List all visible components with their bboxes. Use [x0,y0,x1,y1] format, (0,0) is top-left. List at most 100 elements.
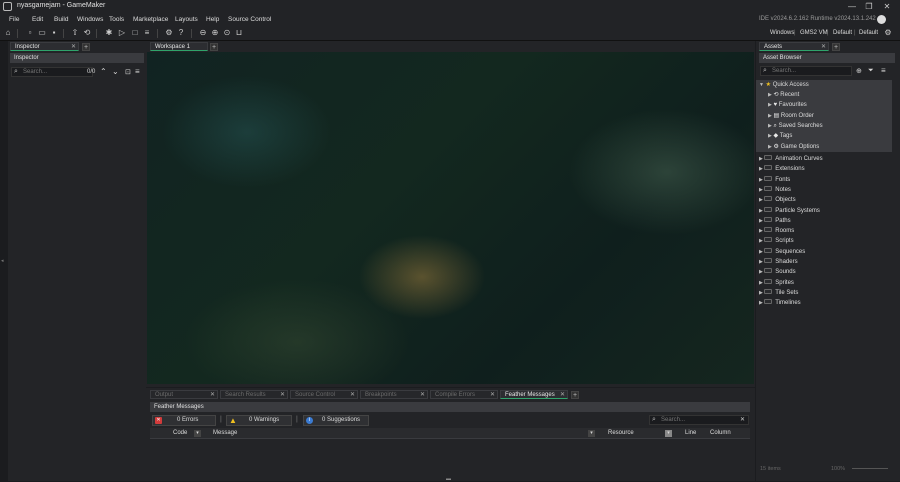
column-column[interactable]: Column [710,430,731,436]
asset-folder-fonts[interactable]: ▶ Fonts [759,175,790,185]
close-icon[interactable]: ✕ [71,43,76,52]
tab-output[interactable]: Output ✕ [150,390,218,399]
asset-folder-tile-sets[interactable]: ▶ Tile Sets [759,288,798,298]
menu-icon[interactable]: ≡ [135,67,140,76]
zoom-reset-icon[interactable]: ⊙ [222,28,232,38]
column-code[interactable]: Code [173,430,187,436]
asset-folder-sprites[interactable]: ▶ Sprites [759,278,794,288]
asset-folder-extensions[interactable]: ▶ Extensions [759,164,805,174]
workspace-canvas[interactable] [147,52,754,384]
tab-source-control[interactable]: Source Control ✕ [290,390,358,399]
collapsed-arrow-icon[interactable]: ▶ [768,102,772,108]
collapsed-arrow-icon[interactable]: ▶ [768,133,772,139]
suggestions-filter-button[interactable]: i 0 Suggestions [303,415,369,426]
asset-folder-shaders[interactable]: ▶ Shaders [759,257,798,267]
chevron-up-icon[interactable]: ⌃ [100,67,107,76]
clean-build-icon[interactable]: ≡ [142,28,152,38]
menu-layouts[interactable]: Layouts [175,16,198,23]
create-executable-icon[interactable]: ⇧ [70,28,80,38]
asset-folder-objects[interactable]: ▶ Objects [759,195,796,205]
sort-icon[interactable]: ▾ [665,430,672,437]
close-icon[interactable]: ✕ [350,391,355,400]
menu-source-control[interactable]: Source Control [228,16,271,23]
sort-icon[interactable]: ▾ [588,430,595,437]
tab-breakpoints[interactable]: Breakpoints ✕ [360,390,428,399]
collapsed-arrow-icon[interactable]: ▶ [768,92,772,98]
tab-workspace-1[interactable]: Workspace 1 [150,42,208,51]
asset-folder-timelines[interactable]: ▶ Timelines [759,298,801,308]
menu-windows[interactable]: Windows [77,16,103,23]
asset-folder-paths[interactable]: ▶ Paths [759,216,791,226]
add-tab-button[interactable]: + [82,43,90,51]
lock-icon[interactable]: ⊡ [125,68,131,76]
target-platform[interactable]: Windows [770,30,794,36]
game-options-icon[interactable]: ⚙ [164,28,174,38]
target-device[interactable]: Default [859,30,878,36]
close-icon[interactable]: ✕ [821,43,826,52]
add-workspace-button[interactable]: + [210,43,218,51]
filter-icon[interactable]: ⏷ [868,67,874,75]
user-avatar-icon[interactable] [877,15,886,24]
quick-access-node[interactable]: ▼ ★ Quick Access [759,80,809,90]
warnings-filter-button[interactable]: ▲ 0 Warnings [226,415,292,426]
column-resource[interactable]: Resource [608,430,634,436]
asset-folder-rooms[interactable]: ▶ Rooms [759,226,794,236]
quick-access-tags[interactable]: ▶ ◆ Tags [768,131,792,141]
tab-compile-errors[interactable]: Compile Errors ✕ [430,390,498,399]
errors-filter-button[interactable]: ✕ 0 Errors [152,415,216,426]
asset-search-input[interactable]: ⌕ Search... [760,66,852,76]
quick-access-recent[interactable]: ▶ ⟲ Recent [768,90,799,100]
target-vm[interactable]: GMS2 VM [800,30,828,36]
close-icon[interactable]: ✕ [280,391,285,400]
asset-folder-sounds[interactable]: ▶ Sounds [759,267,796,277]
tab-search-results[interactable]: Search Results ✕ [220,390,288,399]
home-icon[interactable]: ⌂ [3,28,13,38]
inspector-search-input[interactable]: ⌕ Search... [11,67,93,77]
panel-resize-handle-icon[interactable]: ▬ [446,476,451,482]
minimize-button[interactable]: — [845,1,859,12]
close-icon[interactable]: ✕ [420,391,425,400]
tab-feather-messages[interactable]: Feather Messages ✕ [500,390,568,399]
target-config[interactable]: Default [833,30,852,36]
asset-folder-scripts[interactable]: ▶ Scripts [759,236,794,246]
menu-file[interactable]: File [9,16,19,23]
quick-access-saved-searches[interactable]: ▶ ⌕ Saved Searches [768,121,823,131]
quick-access-game-options[interactable]: ▶ ⚙ Game Options [768,142,819,152]
collapsed-arrow-icon[interactable]: ▶ [768,144,772,150]
close-icon[interactable]: ✕ [210,391,215,400]
open-project-icon[interactable]: ▭ [37,28,47,38]
collapsed-arrow-icon[interactable]: ▶ [768,113,772,119]
chevron-down-icon[interactable]: ⌄ [112,67,119,76]
add-asset-icon[interactable]: ⊕ [856,67,862,75]
quick-access-room-order[interactable]: ▶ ▤ Room Order [768,111,814,121]
zoom-in-icon[interactable]: ⊕ [210,28,220,38]
zoom-out-icon[interactable]: ⊖ [198,28,208,38]
tab-inspector[interactable]: Inspector ✕ [10,42,79,51]
debug-icon[interactable]: ✱ [104,28,114,38]
expanded-arrow-icon[interactable]: ▼ [759,82,764,88]
column-message[interactable]: Message [213,430,237,436]
left-dock-expand-icon[interactable]: ◂ [1,258,4,264]
target-settings-icon[interactable]: ⚙ [883,28,893,38]
asset-folder-notes[interactable]: ▶ Notes [759,185,791,195]
close-icon[interactable]: ✕ [490,391,495,400]
asset-folder-animation-curves[interactable]: ▶ Animation Curves [759,154,823,164]
clean-icon[interactable]: ⟲ [82,28,92,38]
save-project-icon[interactable]: ▪ [49,28,59,38]
close-icon[interactable]: ✕ [560,391,565,400]
stop-icon[interactable]: □ [130,28,140,38]
new-project-icon[interactable]: ▫ [25,28,35,38]
add-tab-button[interactable]: + [832,43,840,51]
menu-edit[interactable]: Edit [32,16,43,23]
clear-search-icon[interactable]: ✕ [740,416,745,424]
zoom-slider[interactable] [852,468,888,469]
add-tab-button[interactable]: + [571,391,579,399]
workspace-toggle-icon[interactable]: ⊔ [234,28,244,38]
maximize-button[interactable]: ❐ [862,1,876,12]
column-line[interactable]: Line [685,430,696,436]
menu-marketplace[interactable]: Marketplace [133,16,168,23]
help-icon[interactable]: ? [176,28,186,38]
menu-help[interactable]: Help [206,16,219,23]
asset-folder-particle-systems[interactable]: ▶ Particle Systems [759,206,820,216]
quick-access-favourites[interactable]: ▶ ♥ Favourites [768,100,807,110]
